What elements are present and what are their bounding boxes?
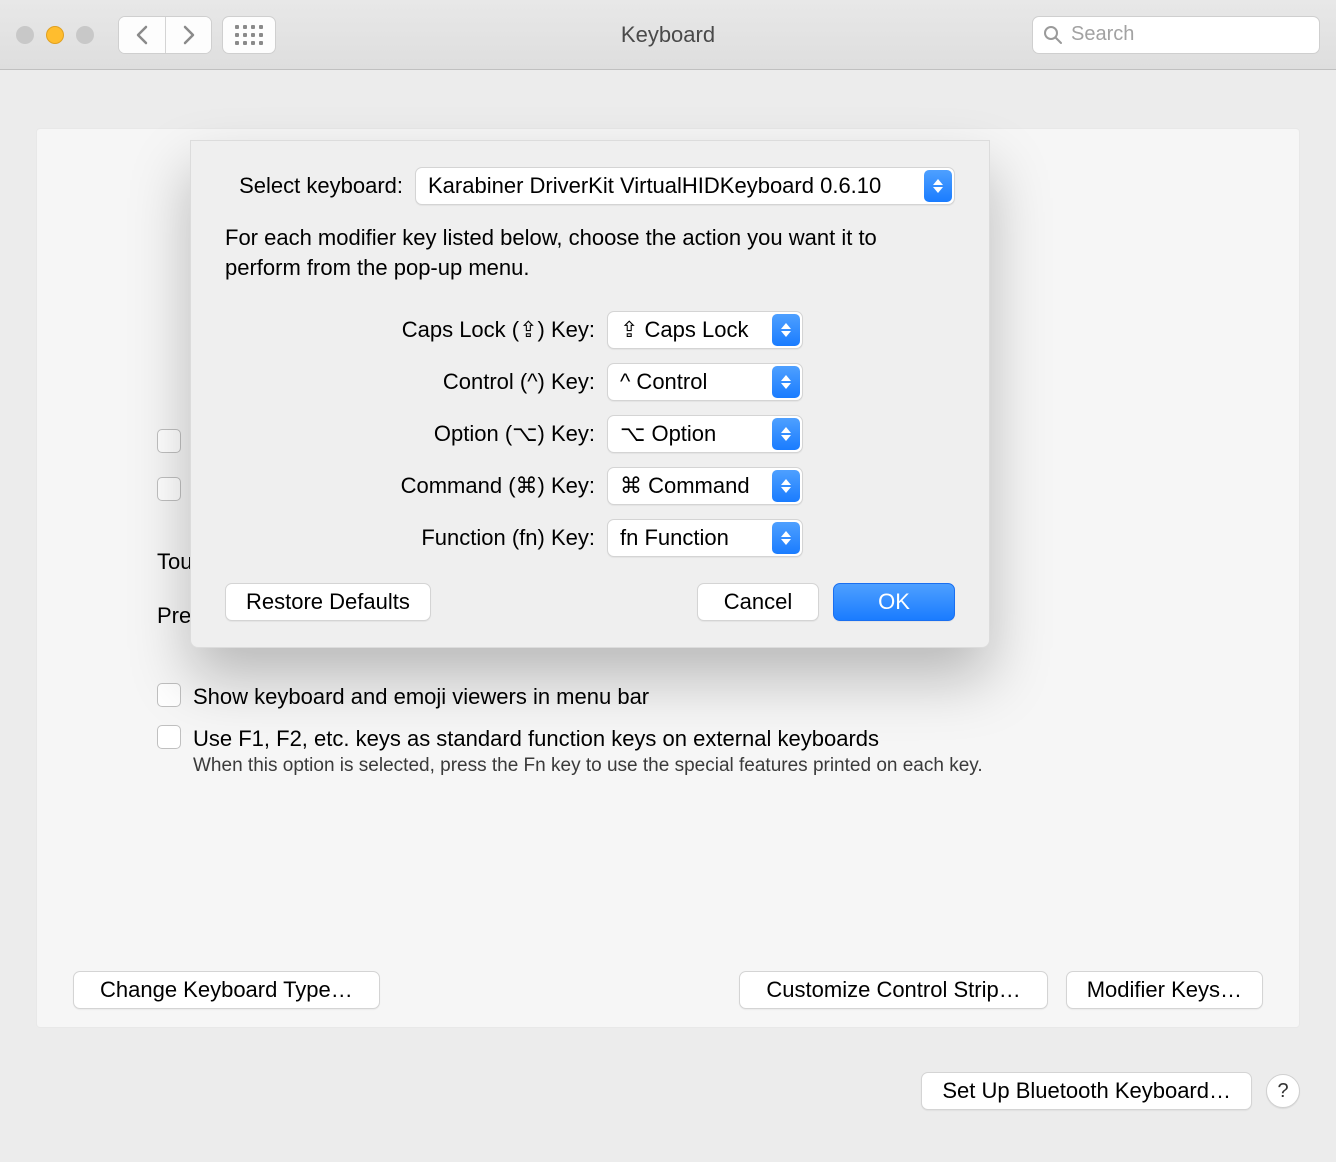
- sheet-description: For each modifier key listed below, choo…: [225, 223, 955, 283]
- control-value: ^ Control: [620, 369, 707, 395]
- command-value: ⌘ Command: [620, 473, 750, 499]
- select-keyboard-label: Select keyboard:: [225, 173, 403, 199]
- ok-button[interactable]: OK: [833, 583, 955, 621]
- checkbox-fn-keys[interactable]: [157, 725, 181, 749]
- change-keyboard-type-button[interactable]: Change Keyboard Type…: [73, 971, 380, 1009]
- window-footer: Set Up Bluetooth Keyboard… ?: [36, 1072, 1300, 1110]
- forward-button[interactable]: [165, 17, 211, 53]
- option-label: Option (⌥) Key:: [225, 421, 595, 447]
- select-keyboard-popup[interactable]: Karabiner DriverKit VirtualHIDKeyboard 0…: [415, 167, 955, 205]
- sheet-footer: Restore Defaults Cancel OK: [225, 583, 955, 621]
- back-button[interactable]: [119, 17, 165, 53]
- search-field[interactable]: [1032, 16, 1320, 54]
- function-value: fn Function: [620, 525, 729, 551]
- option-popup[interactable]: ⌥ Option: [607, 415, 803, 453]
- updown-icon: [772, 314, 800, 346]
- help-icon: ?: [1277, 1080, 1288, 1103]
- updown-icon: [772, 470, 800, 502]
- traffic-lights: [16, 26, 94, 44]
- pane-bottom-buttons: Change Keyboard Type… Customize Control …: [73, 971, 1263, 1009]
- window-body: Tou Pre Show keyboard and emoji viewers …: [0, 70, 1336, 1162]
- zoom-window-icon[interactable]: [76, 26, 94, 44]
- command-label: Command (⌘) Key:: [225, 473, 595, 499]
- updown-icon: [924, 170, 952, 202]
- label-show-viewers: Show keyboard and emoji viewers in menu …: [193, 683, 649, 711]
- checkbox-show-viewers[interactable]: [157, 683, 181, 707]
- setup-bluetooth-button[interactable]: Set Up Bluetooth Keyboard…: [921, 1072, 1252, 1110]
- search-icon: [1043, 25, 1063, 45]
- close-window-icon[interactable]: [16, 26, 34, 44]
- updown-icon: [772, 366, 800, 398]
- hint-fn-keys: When this option is selected, press the …: [193, 755, 1219, 777]
- obscured-label-tou: Tou: [157, 549, 192, 575]
- checkbox-obscured-2[interactable]: [157, 477, 181, 501]
- updown-icon: [772, 522, 800, 554]
- control-popup[interactable]: ^ Control: [607, 363, 803, 401]
- obscured-label-pre: Pre: [157, 603, 191, 629]
- checkbox-obscured-1[interactable]: [157, 429, 181, 453]
- nav-back-forward: [118, 16, 212, 54]
- function-popup[interactable]: fn Function: [607, 519, 803, 557]
- command-popup[interactable]: ⌘ Command: [607, 467, 803, 505]
- cancel-button[interactable]: Cancel: [697, 583, 819, 621]
- capslock-value: ⇪ Caps Lock: [620, 317, 749, 343]
- show-all-button[interactable]: [222, 16, 276, 54]
- modifier-keys-sheet: Select keyboard: Karabiner DriverKit Vir…: [190, 140, 990, 648]
- control-label: Control (^) Key:: [225, 369, 595, 395]
- window-title: Keyboard: [621, 22, 715, 48]
- function-label: Function (fn) Key:: [225, 525, 595, 551]
- help-button[interactable]: ?: [1266, 1074, 1300, 1108]
- restore-defaults-button[interactable]: Restore Defaults: [225, 583, 431, 621]
- updown-icon: [772, 418, 800, 450]
- minimize-window-icon[interactable]: [46, 26, 64, 44]
- capslock-label: Caps Lock (⇪) Key:: [225, 317, 595, 343]
- capslock-popup[interactable]: ⇪ Caps Lock: [607, 311, 803, 349]
- titlebar: Keyboard: [0, 0, 1336, 70]
- search-input[interactable]: [1071, 23, 1309, 46]
- customize-control-strip-button[interactable]: Customize Control Strip…: [739, 971, 1047, 1009]
- option-value: ⌥ Option: [620, 421, 716, 447]
- modifier-keys-button[interactable]: Modifier Keys…: [1066, 971, 1263, 1009]
- select-keyboard-value: Karabiner DriverKit VirtualHIDKeyboard 0…: [428, 173, 881, 199]
- label-fn-keys: Use F1, F2, etc. keys as standard functi…: [193, 725, 879, 753]
